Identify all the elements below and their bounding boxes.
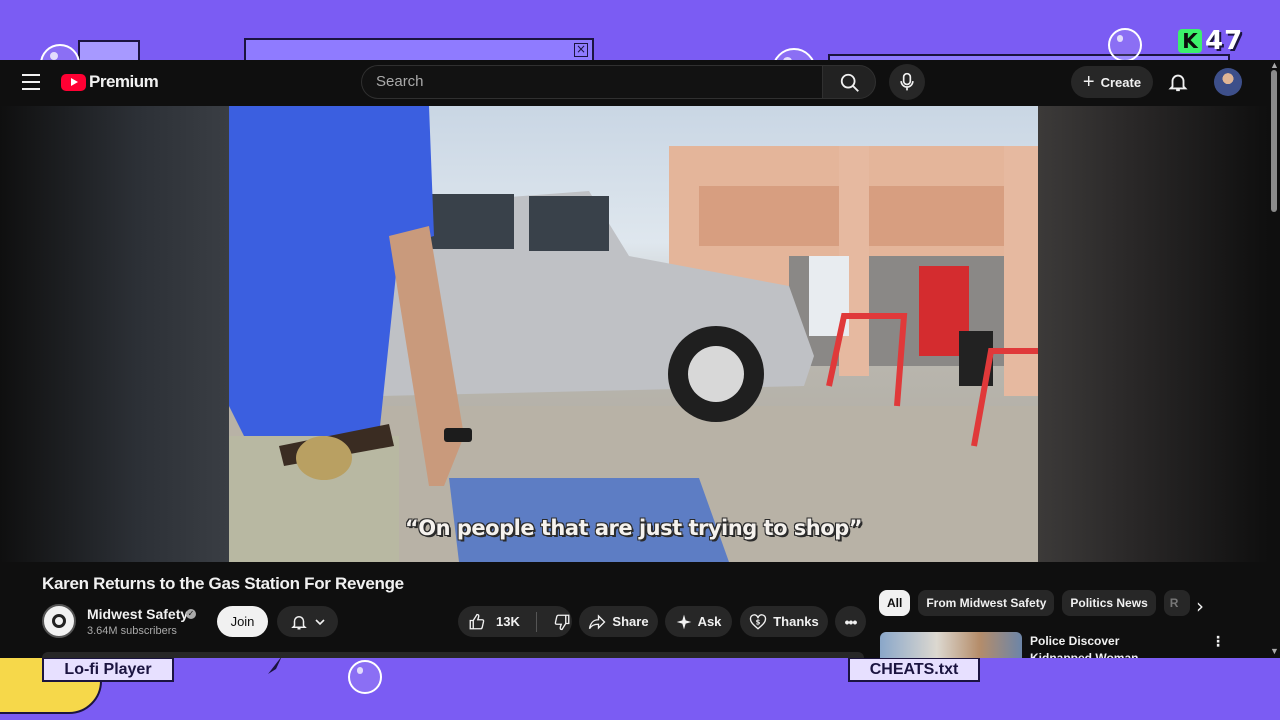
bubble-decoration [348, 660, 382, 694]
scroll-up-icon[interactable]: ▲ [1270, 60, 1279, 70]
youtube-play-icon [61, 73, 86, 91]
youtube-window: Premium Search + Create “On people that … [0, 60, 1280, 658]
account-avatar[interactable] [1214, 68, 1242, 96]
deco-window: × [244, 38, 594, 62]
search-icon [840, 73, 859, 92]
create-button[interactable]: + Create [1071, 66, 1153, 98]
bell-icon[interactable] [1167, 71, 1189, 93]
lofi-player-tab[interactable]: Lo-fi Player [42, 657, 174, 682]
description-box[interactable] [42, 652, 864, 658]
bell-icon [290, 615, 307, 629]
mic-icon [900, 72, 914, 91]
logo-text: Premium [89, 72, 159, 91]
share-button[interactable]: Share [579, 606, 658, 637]
like-count[interactable]: 13K [496, 614, 520, 629]
ask-button[interactable]: Ask [665, 606, 732, 637]
chip-politics-news[interactable]: Politics News [1062, 590, 1156, 616]
more-icon[interactable]: ⋮ [1211, 634, 1225, 650]
create-label: Create [1100, 74, 1142, 90]
chip-truncated[interactable]: R [1163, 590, 1190, 616]
ambient-glow-left [0, 106, 229, 562]
video-player[interactable]: “On people that are just trying to shop” [0, 106, 1268, 562]
voice-search-button[interactable] [889, 64, 925, 100]
page-scrollbar[interactable]: ▲ ▼ [1268, 60, 1280, 658]
join-button[interactable]: Join [217, 606, 268, 637]
svg-text:$: $ [756, 618, 761, 626]
logo-k-badge: K [1178, 29, 1202, 53]
share-icon [589, 613, 606, 630]
ask-label: Ask [697, 614, 722, 629]
chip-from-channel[interactable]: From Midwest Safety [918, 590, 1055, 616]
video-caption: “On people that are just trying to shop” [404, 516, 863, 540]
like-dislike-group: 13K [458, 606, 572, 637]
recommendation-chips: All From Midwest Safety Politics News R [879, 590, 1190, 616]
like-divider [535, 611, 537, 632]
more-icon: ••• [844, 613, 858, 630]
recommended-title[interactable]: Police Discover Kidnapped Woman Chained … [1030, 633, 1180, 658]
logo-number: 47 [1205, 26, 1244, 56]
thanks-button[interactable]: $ Thanks [740, 606, 828, 637]
sparkle-icon [676, 614, 691, 629]
top-bar: Premium Search + Create [0, 60, 1280, 106]
verified-icon: ✓ [186, 609, 196, 619]
search-button[interactable] [822, 65, 876, 99]
cheats-file-tab[interactable]: CHEATS.txt [848, 657, 980, 682]
video-frame[interactable]: “On people that are just trying to shop” [229, 106, 1038, 562]
channel-name[interactable]: Midwest Safety [87, 606, 188, 622]
chip-all[interactable]: All [879, 590, 911, 616]
more-actions-button[interactable]: ••• [835, 606, 866, 637]
k47-logo: K 47 [1178, 26, 1244, 56]
video-scene [229, 106, 1038, 562]
share-label: Share [612, 614, 649, 629]
chevron-right-icon[interactable]: › [1196, 594, 1204, 618]
channel-avatar[interactable] [42, 604, 76, 638]
search-input[interactable]: Search [361, 65, 822, 99]
video-title: Karen Returns to the Gas Station For Rev… [42, 574, 404, 593]
notification-bell-button[interactable] [277, 606, 338, 637]
cursor-decoration [268, 656, 282, 674]
menu-icon[interactable] [22, 74, 40, 90]
recommended-thumbnail[interactable] [880, 632, 1022, 658]
scroll-down-icon[interactable]: ▼ [1270, 646, 1279, 656]
plus-icon: + [1082, 71, 1095, 93]
subscriber-count: 3.64M subscribers [87, 625, 177, 637]
thanks-label: Thanks [773, 614, 819, 629]
thanks-icon: $ [750, 613, 767, 630]
ambient-glow-right [1038, 106, 1268, 562]
like-icon[interactable] [468, 613, 486, 631]
close-icon[interactable]: × [574, 43, 588, 57]
scrollbar-thumb[interactable] [1271, 70, 1277, 212]
dislike-icon[interactable] [553, 613, 571, 631]
bubble-decoration [1108, 28, 1142, 62]
chevron-down-icon [314, 618, 325, 625]
youtube-logo[interactable]: Premium [61, 72, 159, 92]
